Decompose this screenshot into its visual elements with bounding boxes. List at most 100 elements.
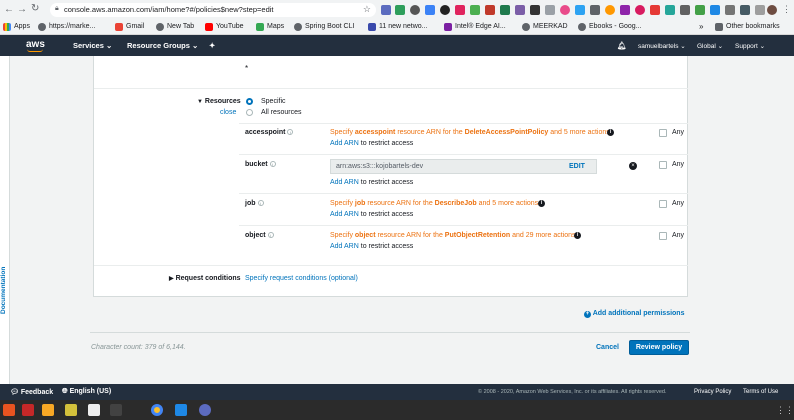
address-bar[interactable]: 🔒︎ console.aws.amazon.com/iam/home?#/pol…	[50, 3, 376, 17]
radio-specific-label: Specific	[261, 98, 286, 105]
radio-specific[interactable]	[246, 98, 253, 105]
bookmark-meerkad[interactable]: MEERKAD	[522, 21, 568, 32]
extension-icon[interactable]	[620, 5, 630, 15]
bookmark-new-tab[interactable]: New Tab	[156, 21, 194, 32]
app-icon[interactable]	[22, 404, 34, 416]
avatar[interactable]	[767, 5, 777, 15]
bookmark-apps[interactable]: Apps	[3, 21, 30, 32]
extension-icon[interactable]	[695, 5, 705, 15]
grid-icon[interactable]: ⋮⋮	[776, 405, 794, 416]
privacy-policy-link[interactable]: Privacy Policy	[694, 389, 731, 395]
pin-icon[interactable]: ✦	[209, 41, 215, 50]
support-menu[interactable]: Support ⌄	[735, 42, 765, 50]
documentation-label[interactable]: Documentation	[0, 267, 7, 314]
info-icon[interactable]: i	[538, 200, 545, 207]
job-message: Specify job resource ARN for the Describ…	[330, 200, 541, 207]
any-checkbox-accesspoint[interactable]	[659, 129, 667, 137]
extension-icon[interactable]	[710, 5, 720, 15]
extension-icon[interactable]	[725, 5, 735, 15]
star-icon[interactable]: ☆	[363, 4, 371, 15]
extension-icon[interactable]	[455, 5, 465, 15]
divider	[239, 154, 688, 155]
menu-icon[interactable]: ⋮	[782, 4, 791, 15]
terms-link[interactable]: Terms of Use	[743, 389, 778, 395]
resources-toggle[interactable]: ▼ Resources	[197, 98, 241, 105]
resource-name-object: object i	[245, 232, 274, 239]
extension-icon[interactable]	[425, 5, 435, 15]
extension-icon[interactable]	[740, 5, 750, 15]
region-menu[interactable]: Global ⌄	[697, 42, 723, 50]
extension-icon[interactable]	[395, 5, 405, 15]
aws-top-nav: aws Services ⌄ Resource Groups ⌄ ✦ 🔔︎ sa…	[0, 35, 794, 56]
account-menu[interactable]: samuelbartels ⌄	[638, 42, 686, 50]
extension-icon[interactable]	[545, 5, 555, 15]
globe-icon	[578, 22, 586, 31]
console-footer: 💬︎ Feedback 🌐︎ English (US) © 2008 - 202…	[0, 384, 794, 400]
extension-icon[interactable]	[470, 5, 480, 15]
vscode-icon[interactable]	[175, 404, 187, 416]
extension-icon[interactable]	[635, 5, 645, 15]
edit-button[interactable]: EDIT	[569, 163, 585, 170]
extension-icon[interactable]	[381, 5, 391, 15]
bookmark-spring-boot[interactable]: Spring Boot CLI	[294, 21, 354, 32]
reload-icon[interactable]: ↻	[31, 3, 39, 14]
extension-icon[interactable]	[665, 5, 675, 15]
info-icon[interactable]: i	[607, 129, 614, 136]
extension-icon[interactable]	[560, 5, 570, 15]
feedback-link[interactable]: 💬︎ Feedback	[10, 388, 53, 396]
language-selector[interactable]: 🌐︎ English (US)	[62, 388, 111, 396]
extension-icon[interactable]	[755, 5, 765, 15]
youtube-icon	[205, 22, 213, 31]
bookmark-youtube[interactable]: YouTube	[205, 21, 244, 32]
bucket-arn-field[interactable]: arn:aws:s3:::kojobartels-dev EDIT	[330, 159, 597, 174]
bookmark-marke[interactable]: https://marke...	[38, 21, 95, 32]
any-checkbox-job[interactable]	[659, 200, 667, 208]
app-icon[interactable]	[65, 404, 77, 416]
info-icon[interactable]: i	[257, 200, 264, 207]
bookmarks-overflow[interactable]: »	[699, 21, 703, 32]
remove-icon[interactable]: ×	[629, 162, 637, 170]
info-icon[interactable]: i	[267, 232, 274, 239]
request-conditions-toggle[interactable]: ▶ Request conditions	[169, 275, 241, 282]
extension-icon[interactable]	[530, 5, 540, 15]
review-policy-button[interactable]: Review policy	[629, 340, 689, 355]
info-icon[interactable]: i	[269, 161, 276, 168]
extension-icon[interactable]	[515, 5, 525, 15]
other-bookmarks[interactable]: Other bookmarks	[715, 21, 780, 32]
bookmark-intel[interactable]: Intel® Edge AI...	[444, 21, 506, 32]
app-icon[interactable]	[42, 404, 54, 416]
cancel-button[interactable]: Cancel	[596, 344, 619, 351]
chrome-icon[interactable]	[151, 404, 163, 416]
app-icon[interactable]	[3, 404, 15, 416]
extension-icon[interactable]	[485, 5, 495, 15]
info-icon[interactable]: i	[574, 232, 581, 239]
extension-icon[interactable]	[590, 5, 600, 15]
radio-all-resources[interactable]	[246, 109, 253, 116]
resource-groups-menu[interactable]: Resource Groups ⌄	[127, 41, 198, 50]
documentation-sidebar[interactable]: Documentation	[0, 56, 10, 384]
bell-icon[interactable]: 🔔︎	[617, 41, 627, 50]
bookmark-gmail[interactable]: Gmail	[115, 21, 144, 32]
bookmark-maps[interactable]: Maps	[256, 21, 284, 32]
extension-icon[interactable]	[410, 5, 420, 15]
add-additional-permissions[interactable]: + Add additional permissions	[584, 310, 684, 318]
bookmark-ebooks[interactable]: Ebooks - Goog...	[578, 21, 642, 32]
back-icon[interactable]: ←	[4, 4, 14, 15]
app-icon[interactable]	[88, 404, 100, 416]
request-conditions-link[interactable]: Specify request conditions (optional)	[245, 275, 358, 282]
services-menu[interactable]: Services ⌄	[73, 41, 112, 50]
bookmark-network[interactable]: 11 new netwo...	[368, 21, 428, 32]
extension-icon[interactable]	[440, 5, 450, 15]
app-icon[interactable]	[199, 404, 211, 416]
info-icon[interactable]: i	[287, 129, 294, 136]
extension-icon[interactable]	[575, 5, 585, 15]
any-checkbox-object[interactable]	[659, 232, 667, 240]
extension-icon[interactable]	[650, 5, 660, 15]
extension-icon[interactable]	[605, 5, 615, 15]
forward-icon[interactable]: →	[17, 4, 27, 15]
extension-icon[interactable]	[500, 5, 510, 15]
extension-icon[interactable]	[680, 5, 690, 15]
close-link[interactable]: close	[220, 109, 236, 116]
terminal-icon[interactable]	[110, 404, 122, 416]
any-checkbox-bucket[interactable]	[659, 161, 667, 169]
